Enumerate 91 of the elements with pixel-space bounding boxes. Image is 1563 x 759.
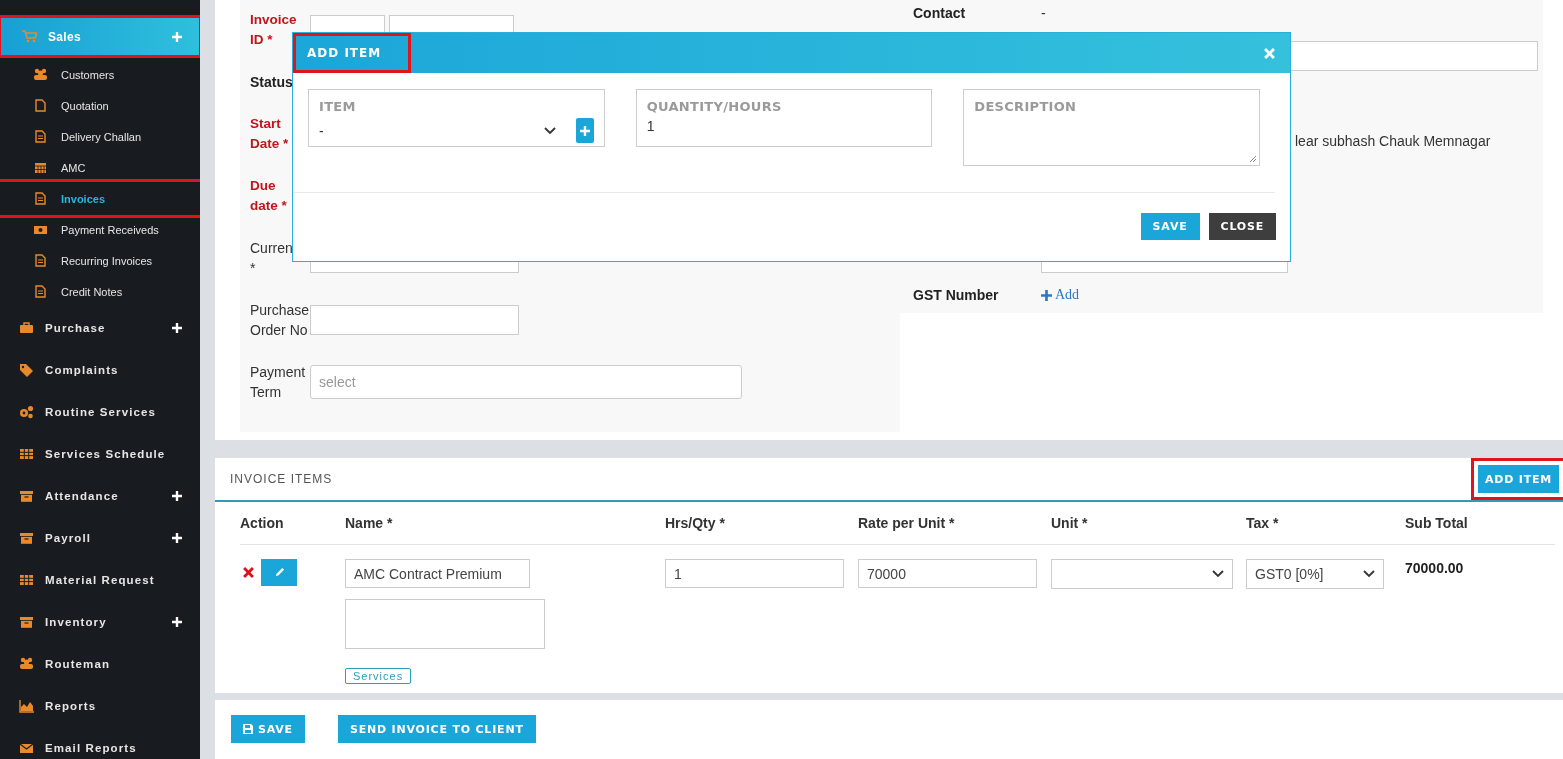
plus-icon <box>172 31 182 42</box>
submenu-item[interactable]: Recurring Invoices <box>0 245 200 276</box>
plus-icon <box>172 617 182 627</box>
field-label: Status <box>250 73 294 92</box>
submenu-item[interactable]: Payment Receiveds <box>0 214 200 245</box>
add-link[interactable]: Add <box>1041 287 1080 303</box>
people-icon <box>33 67 48 82</box>
column-header: Hrs/Qty * <box>665 502 858 545</box>
sidebar-item[interactable]: Routeman <box>0 643 200 685</box>
sidebar-item[interactable]: Reports <box>0 685 200 727</box>
input-field[interactable] <box>310 305 519 335</box>
document-icon <box>33 129 48 144</box>
archive-box-icon <box>19 531 34 545</box>
category-tag: Services <box>345 668 412 684</box>
field-label: Due date * <box>250 177 288 215</box>
sidebar-item[interactable]: Payroll <box>0 517 200 559</box>
grid-icon <box>19 573 34 587</box>
chevron-down-icon <box>1363 570 1375 578</box>
file-icon <box>33 98 48 113</box>
column-header: Action <box>240 502 345 545</box>
grid-icon <box>19 447 34 461</box>
pencil-icon <box>273 567 285 578</box>
column-header: Name * <box>345 502 665 545</box>
delete-icon[interactable] <box>243 567 254 578</box>
field-value: lear subhash Chauk Memnagar <box>1295 133 1491 149</box>
field-label: DESCRIPTION <box>974 99 1078 114</box>
field-value: 1 <box>646 118 655 134</box>
field-label: ITEM <box>319 99 357 114</box>
sidebar-item[interactable]: Services Schedule <box>0 433 200 475</box>
section-title: INVOICE ITEMS <box>230 472 333 486</box>
cart-icon <box>22 29 37 44</box>
submenu-item[interactable]: Invoices <box>0 183 200 214</box>
close-button[interactable]: CLOSE <box>1208 213 1276 240</box>
plus-icon <box>1041 289 1052 301</box>
sidebar-item[interactable]: Complaints <box>0 349 200 391</box>
submenu-item[interactable]: AMC <box>0 152 200 183</box>
plus-icon <box>172 491 182 501</box>
field-label: QUANTITY/HOURS <box>646 99 783 114</box>
submenu-item[interactable]: Delivery Challan <box>0 121 200 152</box>
field-label: Payment Term <box>250 363 307 402</box>
close-icon[interactable] <box>1264 47 1275 59</box>
column-header: Sub Total <box>1405 502 1555 545</box>
gears-icon <box>19 405 34 419</box>
column-header: Rate per Unit * <box>858 502 1051 545</box>
input-field[interactable]: 70000 <box>858 559 1037 588</box>
plus-icon <box>579 125 590 136</box>
calendar-icon <box>33 160 48 175</box>
sidebar-item[interactable]: Purchase <box>0 307 200 349</box>
briefcase-icon <box>19 321 34 335</box>
tag-icon <box>19 363 34 377</box>
field-label: Contact <box>913 5 967 21</box>
chevron-down-icon <box>1212 570 1224 578</box>
input-field[interactable]: 1 <box>665 559 844 588</box>
sidebar-item[interactable]: Attendance <box>0 475 200 517</box>
plus-icon <box>172 533 182 543</box>
quantity-field[interactable]: QUANTITY/HOURS 1 <box>635 89 933 147</box>
input-field[interactable]: AMC Contract Premium <box>345 559 530 588</box>
submenu-item[interactable]: Credit Notes <box>0 276 200 307</box>
envelope-icon <box>19 741 34 755</box>
field-label: Purchase Order No <box>250 301 308 340</box>
add-button[interactable] <box>575 118 594 143</box>
unit-select[interactable] <box>1051 559 1233 589</box>
document-icon <box>33 253 48 268</box>
description-field[interactable] <box>345 599 545 649</box>
plus-icon <box>172 323 182 333</box>
archive-box-icon <box>19 615 34 629</box>
sidebar-item[interactable]: Email Reports <box>0 727 200 759</box>
resize-grip-icon <box>1249 155 1257 163</box>
item-select[interactable]: ITEM - <box>308 89 605 147</box>
field-value: - <box>1041 5 1046 21</box>
table-cell: 70000.00 <box>1405 560 1464 576</box>
submenu-item[interactable]: Customers <box>0 59 200 90</box>
sidebar-item[interactable]: Inventory <box>0 601 200 643</box>
document-icon <box>33 191 48 206</box>
column-header: Unit * <box>1051 502 1246 545</box>
people-icon <box>19 657 34 671</box>
field-label: Curren * <box>250 239 294 278</box>
field-value: - <box>319 122 324 139</box>
archive-box-icon <box>19 489 34 503</box>
area-chart-icon <box>19 699 34 713</box>
chevron-down-icon <box>543 126 556 135</box>
column-header: Tax * <box>1246 502 1405 545</box>
tax-select[interactable]: GST0 [0%] <box>1246 559 1384 589</box>
sidebar-item[interactable]: Routine Services <box>0 391 200 433</box>
submenu-item[interactable]: Quotation <box>0 90 200 121</box>
sidebar-item[interactable]: Material Request <box>0 559 200 601</box>
input-field[interactable]: select <box>310 365 742 399</box>
field-label: Start Date * <box>250 115 290 153</box>
document-icon <box>33 284 48 299</box>
field-label: GST Number <box>913 287 1000 303</box>
edit-button[interactable] <box>261 559 297 586</box>
